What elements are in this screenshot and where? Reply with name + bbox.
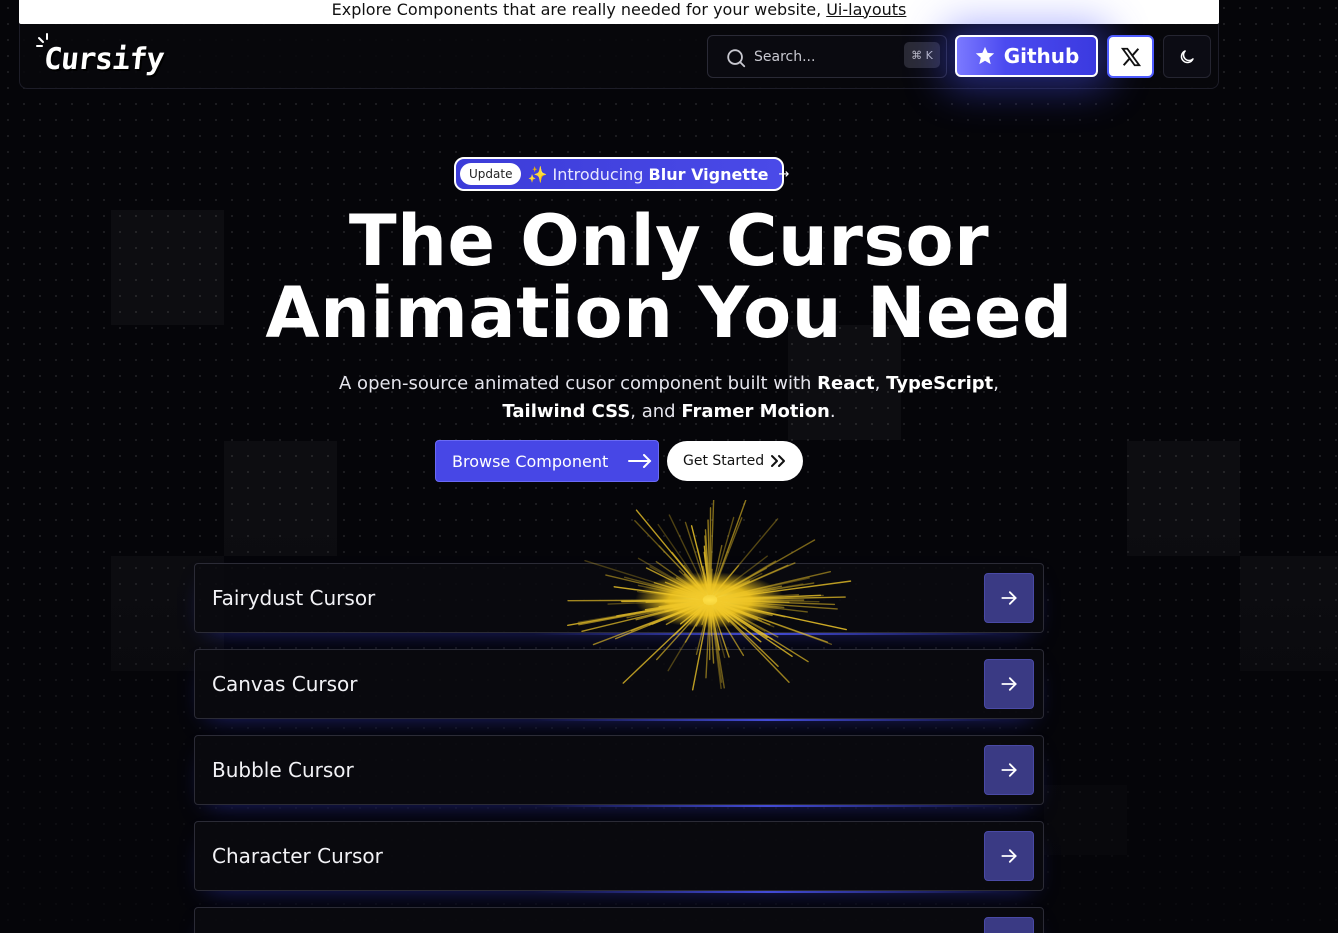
badge-prefix: ✨ Introducing (527, 164, 649, 184)
sub-end: . (829, 401, 836, 422)
component-label: Bubble Cursor (212, 758, 354, 782)
browse-component-button[interactable]: Browse Component (435, 440, 659, 482)
moon-icon (1180, 49, 1194, 63)
arrow-right-icon: → (778, 166, 790, 182)
browse-label: Browse Component (452, 451, 609, 471)
get-started-button[interactable]: Get Started (667, 441, 803, 481)
component-label: Fairydust Cursor (212, 586, 376, 610)
update-badge[interactable]: Update ✨ Introducing Blur Vignette → (454, 157, 789, 191)
github-label: Github (1003, 44, 1080, 68)
open-component-button[interactable] (984, 831, 1034, 881)
get-started-label: Get Started (683, 453, 765, 469)
card-glow (534, 719, 1001, 721)
component-card[interactable]: Fairydust Cursor (194, 563, 1044, 635)
x-logo-icon (1120, 47, 1141, 66)
card-glow (534, 891, 1001, 893)
arrow-right-icon (1001, 849, 1017, 863)
component-label: Character Cursor (212, 844, 383, 868)
hero-subtitle: A open-source animated cusor component b… (0, 370, 1338, 426)
arrow-right-icon (1001, 763, 1017, 777)
update-tag: Update (460, 163, 522, 185)
open-component-button[interactable] (984, 917, 1034, 933)
component-card[interactable]: Canvas Cursor (194, 649, 1044, 721)
github-button[interactable]: Github (955, 35, 1098, 77)
hero-title-line2: Animation You Need (265, 272, 1073, 354)
sub-sep: , and (630, 401, 682, 422)
open-component-button[interactable] (984, 573, 1034, 623)
sub-framer: Framer Motion (681, 401, 830, 422)
badge-highlight: Blur Vignette (648, 164, 769, 184)
sub-typescript: TypeScript (886, 373, 994, 394)
theme-toggle-button[interactable] (1163, 35, 1211, 78)
component-card[interactable] (194, 907, 1044, 933)
navbar: Cursify ⌘ K Github (19, 24, 1219, 89)
open-component-button[interactable] (984, 745, 1034, 795)
search-shortcut: ⌘ K (904, 42, 940, 68)
sub-sep: , (874, 373, 887, 394)
hero-title-line1: The Only Cursor (348, 200, 990, 282)
x-twitter-button[interactable] (1107, 35, 1154, 78)
component-card[interactable]: Bubble Cursor (194, 735, 1044, 807)
logo[interactable]: Cursify (36, 30, 186, 82)
card-glow (534, 633, 1001, 635)
open-component-button[interactable] (984, 659, 1034, 709)
logo-text: Cursify (42, 41, 166, 77)
banner-text: Explore Components that are really neede… (331, 0, 822, 19)
announcement-banner: Explore Components that are really neede… (19, 0, 1219, 24)
search-input[interactable] (754, 46, 894, 68)
card-glow (534, 805, 1001, 807)
banner-link[interactable]: Ui-layouts (826, 0, 906, 19)
long-arrow-right-icon (628, 454, 652, 468)
search-bar[interactable]: ⌘ K (707, 35, 947, 78)
double-chevron-right-icon (771, 455, 786, 467)
search-icon (727, 49, 746, 68)
sub-react: React (817, 373, 875, 394)
sub-tailwind: Tailwind CSS (502, 401, 631, 422)
star-icon (975, 46, 994, 65)
arrow-right-icon (1001, 591, 1017, 605)
arrow-right-icon (1001, 677, 1017, 691)
component-label: Canvas Cursor (212, 672, 358, 696)
sub-text: A open-source animated cusor component b… (339, 373, 818, 394)
hero-title: The Only Cursor Animation You Need (0, 205, 1338, 349)
badge-text: ✨ Introducing Blur Vignette (527, 165, 768, 184)
sub-sep: , (993, 373, 999, 394)
component-card[interactable]: Character Cursor (194, 821, 1044, 893)
